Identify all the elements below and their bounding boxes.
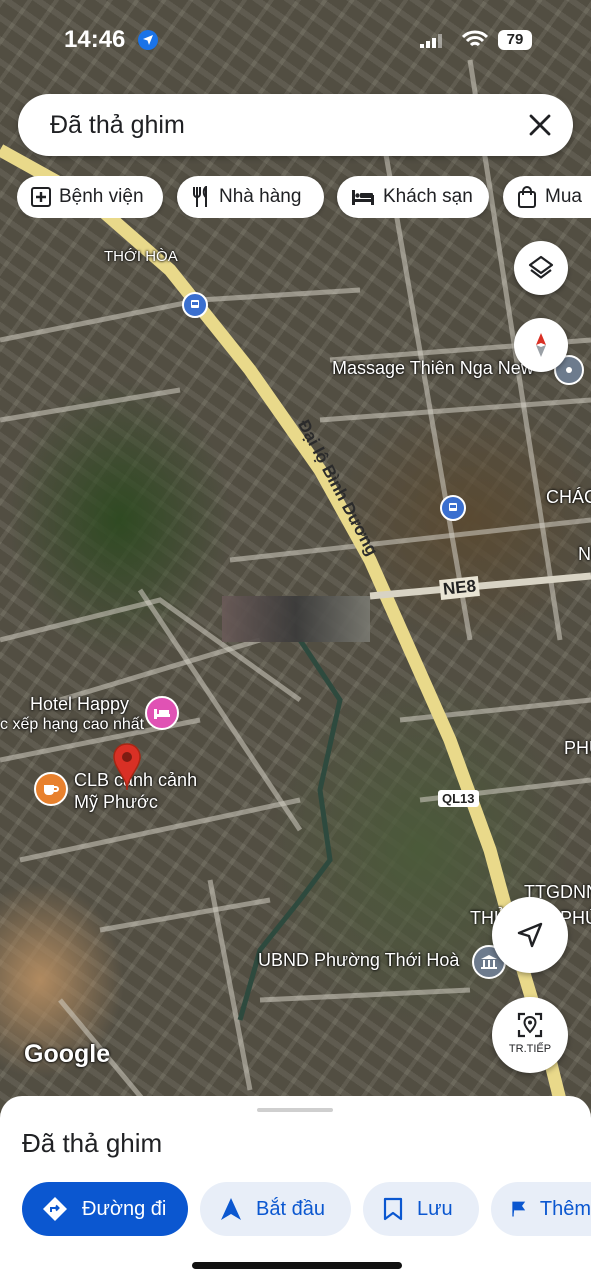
status-bar: 14:46 79 xyxy=(0,24,591,58)
google-logo: Google xyxy=(24,1040,111,1068)
close-icon[interactable] xyxy=(527,112,553,138)
label-hotel-sub: c xếp hạng cao nhất xyxy=(0,716,145,733)
wifi-icon xyxy=(462,30,488,47)
satellite-map[interactable]: THỚI HÒA Massage Thiên Nga New CHÁC N Ho… xyxy=(0,0,591,1120)
compass-icon xyxy=(536,333,546,357)
sheet-title: Đã thả ghim xyxy=(22,1128,163,1158)
search-query[interactable]: Đã thả ghim xyxy=(50,111,185,140)
home-indicator[interactable] xyxy=(192,1262,402,1269)
directions-label: Đường đi xyxy=(82,1197,167,1220)
continue-label: TR.TIẾP xyxy=(508,1043,552,1055)
start-label: Bắt đầu xyxy=(256,1197,325,1220)
save-button[interactable]: Lưu xyxy=(363,1182,479,1236)
more-label: Thêm xyxy=(539,1197,591,1220)
label-hotel[interactable]: Hotel Happy xyxy=(30,694,129,715)
label-n-edge: N xyxy=(578,544,591,564)
label-massage[interactable]: Massage Thiên Nga New xyxy=(332,358,534,379)
chip-label: Mua xyxy=(545,186,582,207)
explore-area-icon xyxy=(517,1012,543,1038)
more-button[interactable]: Thêm xyxy=(491,1182,591,1236)
bus-stop-icon[interactable] xyxy=(182,292,208,318)
save-label: Lưu xyxy=(417,1197,453,1220)
chip-label: Bệnh viện xyxy=(59,186,144,207)
road-label-ql13: QL13 xyxy=(438,790,479,807)
restaurant-icon xyxy=(193,186,207,207)
label-thoi-hoa: THỚI HÒA xyxy=(104,248,178,265)
bus-stop-icon[interactable] xyxy=(440,495,466,521)
shopping-bag-icon xyxy=(518,186,536,208)
status-time: 14:46 xyxy=(64,26,126,53)
compass-button[interactable] xyxy=(514,318,568,372)
directions-button[interactable]: Đường đi xyxy=(22,1182,188,1236)
redacted-area xyxy=(222,596,370,642)
hotel-icon xyxy=(352,190,374,205)
label-clb-2[interactable]: Mỹ Phước xyxy=(74,792,158,813)
battery-indicator: 79 xyxy=(498,30,532,50)
chip-hotel[interactable]: Khách sạn xyxy=(337,176,489,218)
hotel-poi-icon[interactable] xyxy=(145,696,179,730)
chip-restaurant[interactable]: Nhà hàng xyxy=(177,176,324,218)
flag-icon xyxy=(512,1201,526,1217)
label-ph-edge: PHU xyxy=(564,738,591,758)
chip-label: Nhà hàng xyxy=(219,186,302,207)
chip-shopping[interactable]: Mua xyxy=(503,176,591,218)
cafe-poi-icon[interactable] xyxy=(34,772,68,806)
navigation-arrow-icon xyxy=(517,922,543,948)
chip-hospital[interactable]: Bệnh viện xyxy=(17,176,163,218)
road-label-ne8: NE8 xyxy=(439,576,481,600)
layers-icon xyxy=(528,255,554,279)
start-button[interactable]: Bắt đầu xyxy=(200,1182,351,1236)
directions-icon xyxy=(43,1197,67,1221)
label-chac: CHÁC xyxy=(546,487,591,507)
sheet-drag-handle[interactable] xyxy=(257,1108,333,1112)
dropped-pin-icon[interactable] xyxy=(112,742,142,792)
bookmark-icon xyxy=(383,1197,403,1221)
label-ubnd[interactable]: UBND Phường Thới Hoà xyxy=(258,950,459,971)
location-services-icon xyxy=(138,30,158,50)
search-bar[interactable]: Đã thả ghim xyxy=(18,94,573,156)
navigation-arrow-icon xyxy=(221,1198,241,1220)
layers-button[interactable] xyxy=(514,241,568,295)
hospital-icon xyxy=(31,187,51,207)
cellular-signal-icon xyxy=(420,34,442,48)
continue-button[interactable]: TR.TIẾP xyxy=(492,997,568,1073)
place-bottom-sheet[interactable]: Đã thả ghim Đường đi Bắt đầu Lưu Thêm xyxy=(0,1096,591,1280)
category-chips: Bệnh viện Nhà hàng Khách sạn Mua xyxy=(17,176,591,218)
my-location-button[interactable] xyxy=(492,897,568,973)
chip-label: Khách sạn xyxy=(383,186,473,207)
